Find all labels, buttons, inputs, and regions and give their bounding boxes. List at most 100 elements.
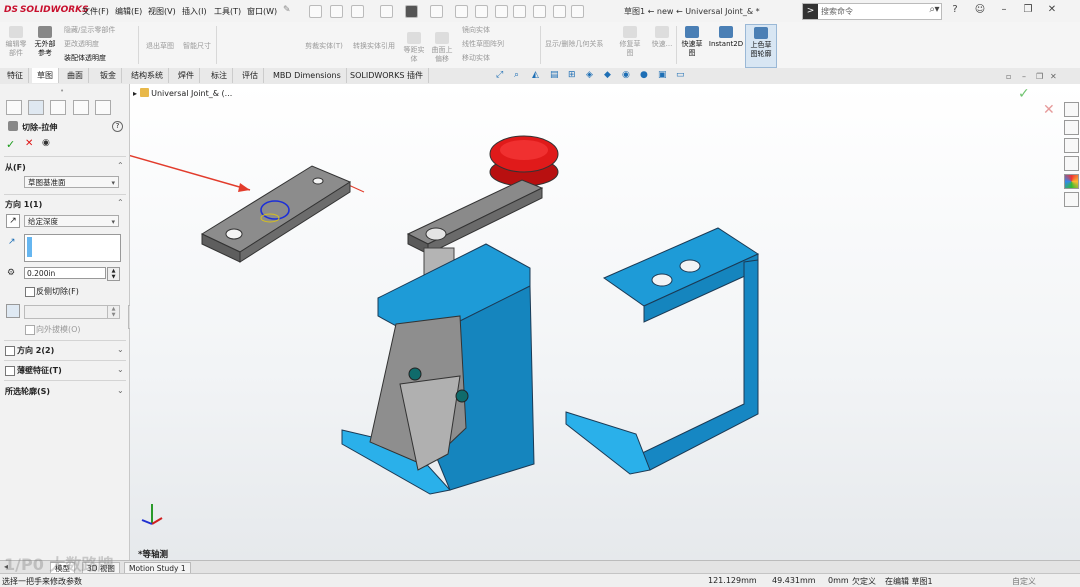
offset-entities-button[interactable]: 等距实 体	[400, 32, 428, 64]
section-view-icon[interactable]: ▤	[550, 70, 559, 80]
options-gear-icon[interactable]	[553, 5, 566, 18]
apply-scene-icon[interactable]: ▣	[658, 70, 667, 80]
tab-solidworks-addins[interactable]: SOLIDWORKS 插件	[345, 68, 429, 83]
expand-chevron-icon[interactable]: ⌄	[117, 365, 124, 374]
tab-mbd-dimensions[interactable]: MBD Dimensions	[268, 68, 347, 83]
direction2-section-header[interactable]: 方向 2(2)	[17, 345, 54, 356]
view-palette-icon[interactable]	[1064, 156, 1079, 171]
display-delete-relations-button[interactable]: 显示/删除几何关系	[545, 40, 603, 49]
help-icon[interactable]: ?	[112, 121, 123, 132]
display-manager-tab-icon[interactable]	[95, 100, 111, 115]
draft-angle-input[interactable]	[24, 305, 108, 319]
viewport-float-icon[interactable]: ▫	[1006, 72, 1011, 81]
preview-eye-icon[interactable]: ◉	[42, 138, 50, 148]
view-orientation-icon[interactable]: ◈	[586, 70, 593, 80]
linear-sketch-pattern-button[interactable]: 线性草图阵列	[462, 40, 504, 49]
tab-surfaces[interactable]: 曲面	[62, 68, 89, 83]
paperclip-icon[interactable]	[513, 5, 526, 18]
selected-contours-section-header[interactable]: 所选轮廓(S)	[5, 386, 50, 397]
menu-tools[interactable]: 工具(T)	[214, 6, 241, 17]
search-input[interactable]: 搜索命令	[821, 6, 853, 17]
solidworks-resources-icon[interactable]	[1064, 102, 1079, 117]
file-explorer-icon[interactable]	[1064, 138, 1079, 153]
view-settings-icon[interactable]: ▭	[676, 70, 685, 80]
quick-snaps-button[interactable]: 快速...	[648, 26, 676, 49]
restore-icon[interactable]: ❐	[1021, 3, 1035, 17]
account-icon[interactable]: ☺	[973, 3, 987, 17]
dimxpert-tab-icon[interactable]	[73, 100, 89, 115]
custom-properties-icon[interactable]	[1064, 192, 1079, 207]
save-icon[interactable]	[380, 5, 393, 18]
collapse-chevron-icon[interactable]: ⌃	[117, 198, 124, 207]
menu-edit[interactable]: 编辑(E)	[115, 6, 142, 17]
tab-markup[interactable]: 标注	[206, 68, 233, 83]
flip-side-to-cut-checkbox[interactable]	[25, 287, 35, 297]
search-dropdown-icon[interactable]: ▾	[930, 3, 944, 17]
undo-icon[interactable]	[430, 5, 443, 18]
tab-sketch[interactable]: 草图	[32, 68, 59, 83]
appearances-icon[interactable]	[1064, 174, 1079, 189]
edit-appearance-icon[interactable]: ●	[640, 70, 648, 80]
zoom-area-icon[interactable]: ⌕	[514, 70, 519, 80]
universal-joint-assembly[interactable]	[341, 135, 559, 495]
property-manager-tab-icon[interactable]	[28, 100, 44, 115]
change-transparency-button[interactable]: 更改透明度	[64, 40, 99, 49]
select-arrow-icon[interactable]	[455, 5, 468, 18]
depth-spinner[interactable]: ▲ ▼	[107, 267, 120, 281]
direction1-section-header[interactable]: 方向 1(1)	[5, 199, 42, 210]
rapid-sketch-button[interactable]: 快速草 图	[678, 26, 706, 58]
draft-outward-checkbox[interactable]	[25, 325, 35, 335]
thin-feature-section-header[interactable]: 薄壁特征(T)	[17, 365, 62, 376]
trim-entities-button[interactable]: 剪裁实体(T)	[300, 42, 348, 51]
tab-features[interactable]: 特征	[2, 68, 29, 83]
close-icon[interactable]: ✕	[1045, 3, 1059, 17]
hide-show-items-icon[interactable]: ◉	[622, 70, 630, 80]
dynamic-annotation-icon[interactable]: ⊞	[568, 70, 576, 80]
viewport-minimize-icon[interactable]: –	[1022, 72, 1026, 81]
grid-icon[interactable]	[533, 5, 546, 18]
direction-selection-box[interactable]	[24, 234, 121, 262]
exit-sketch-button[interactable]: 退出草图	[143, 42, 177, 51]
feature-tree-tab-icon[interactable]	[6, 100, 22, 115]
open-folder-icon[interactable]	[351, 5, 364, 18]
minimize-icon[interactable]: –	[997, 3, 1011, 17]
bracket-part[interactable]	[565, 227, 760, 475]
assembly-transparency-button[interactable]: 装配体透明度	[64, 54, 106, 63]
smart-dimension-button[interactable]: 智能尺寸	[180, 42, 214, 51]
zoom-to-fit-icon[interactable]: ⤢	[496, 70, 503, 80]
status-units-custom[interactable]: 自定义	[1012, 576, 1036, 587]
search-box[interactable]: > 搜索命令 ⌕	[802, 3, 942, 20]
tab-sheet-metal[interactable]: 钣金	[95, 68, 122, 83]
collapse-chevron-icon[interactable]: ⌃	[117, 161, 124, 170]
hide-show-components-button[interactable]: 隐藏/显示零部件	[64, 26, 115, 35]
draft-icon[interactable]	[6, 304, 20, 318]
layout-icon[interactable]	[571, 5, 584, 18]
menu-insert[interactable]: 插入(I)	[182, 6, 207, 17]
tab-evaluate[interactable]: 评估	[237, 68, 264, 83]
edit-component-button[interactable]: 编辑零 部件	[2, 26, 30, 58]
thin-feature-checkbox[interactable]	[5, 366, 15, 376]
file-properties-icon[interactable]	[495, 5, 508, 18]
help-icon[interactable]: ?	[948, 3, 962, 17]
repair-sketch-button[interactable]: 修复草 图	[616, 26, 644, 58]
rebuild-icon[interactable]	[475, 5, 488, 18]
model-canvas[interactable]	[130, 84, 1062, 550]
ok-check-icon[interactable]: ✓	[6, 138, 15, 151]
from-dropdown[interactable]: 草图基准面 ▾	[24, 176, 119, 188]
end-condition-dropdown[interactable]: 给定深度 ▾	[24, 215, 119, 227]
previous-view-icon[interactable]: ◭	[532, 70, 539, 80]
mirror-entities-button[interactable]: 镜向实体	[462, 26, 490, 35]
new-document-icon[interactable]	[330, 5, 343, 18]
expand-chevron-icon[interactable]: ⌄	[117, 345, 124, 354]
menu-window[interactable]: 窗口(W)	[247, 6, 277, 17]
sketch-plate[interactable]	[200, 165, 352, 263]
instant2d-button[interactable]: Instant2D	[707, 26, 745, 49]
depth-input[interactable]: 0.200in	[24, 267, 106, 279]
design-library-icon[interactable]	[1064, 120, 1079, 135]
menu-file[interactable]: 文件(F)	[82, 6, 109, 17]
menu-view[interactable]: 视图(V)	[148, 6, 176, 17]
pin-icon[interactable]: ✎	[283, 5, 291, 15]
home-icon[interactable]	[309, 5, 322, 18]
panel-collapse-dot[interactable]: •	[60, 87, 64, 95]
shaded-sketch-contours-button[interactable]: 上色草 图轮廓	[745, 24, 777, 68]
